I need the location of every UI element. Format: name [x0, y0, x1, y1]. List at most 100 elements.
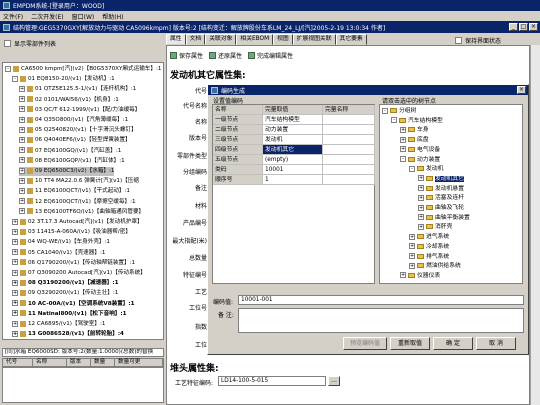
keep-open-checkbox[interactable]: 保持界面状态 — [455, 36, 501, 45]
table-row[interactable]: 四级节点 发动机其它 — [213, 145, 375, 155]
expand-icon[interactable]: + — [418, 214, 424, 221]
table-cell[interactable]: (empty) — [263, 155, 323, 165]
group-tree-node[interactable]: + 曲轴平衡装置 — [418, 214, 470, 223]
expand-icon[interactable]: + — [12, 310, 18, 317]
table-header-cell[interactable]: 名称 — [213, 105, 263, 115]
ok-button[interactable]: 确 定 — [433, 337, 473, 350]
expand-icon[interactable]: + — [409, 253, 415, 259]
expand-icon[interactable]: + — [12, 218, 18, 225]
table-row[interactable]: 一级节点 汽车结构模型 — [213, 115, 375, 125]
expand-icon[interactable]: + — [418, 185, 424, 192]
table-row[interactable]: 三级节点 发动机 — [213, 135, 375, 145]
dialog-close-icon[interactable]: × — [517, 86, 526, 94]
table-cell[interactable]: 动力装置 — [263, 125, 323, 135]
table-cell[interactable]: 发动机其它 — [263, 145, 323, 155]
expand-icon[interactable]: + — [400, 272, 406, 279]
expand-icon[interactable]: + — [19, 157, 25, 164]
tree-node[interactable]: +12 EQ6100QCT/(v1)【摩擦空缓每】:1 — [19, 198, 136, 207]
group-tree-node[interactable]: + 排气系统 — [409, 253, 449, 262]
tree-node[interactable]: +06 Q1790200/(v1)【传动轴帮链装置】:1 — [12, 259, 135, 268]
tree-node[interactable]: +03 11415-A-060A/(v1)【吸油器帮/密】 — [12, 228, 131, 237]
group-tree-node[interactable]: + 曲轴及飞轮 — [418, 204, 464, 213]
group-tree-node[interactable]: + 燃油供给系统 — [409, 262, 461, 271]
tree-node[interactable]: +04 WQ-WE/(v1)【车身外壳】:1 — [12, 238, 110, 247]
tree-node[interactable]: +04 Q35O800/(v1)【汽角薄缓每】:1 — [19, 116, 128, 125]
restore-props-button[interactable]: 还原属性 — [209, 51, 242, 60]
keep-open-box[interactable] — [455, 37, 462, 44]
expand-icon[interactable]: + — [12, 289, 18, 296]
collapse-icon[interactable]: - — [5, 65, 11, 72]
remark-input[interactable] — [238, 308, 524, 333]
cancel-button[interactable]: 取 消 — [476, 337, 516, 350]
col-qty-var[interactable]: 数量可更 — [115, 359, 163, 366]
tree-node[interactable]: +07 EQ6100GQ/(v1)【汽缸盖】:1 — [19, 147, 121, 156]
minimize-icon[interactable]: _ — [509, 23, 518, 31]
tree-node[interactable]: +08 EQ6100GQP/(v1)【汽缸体】:1 — [19, 157, 125, 166]
table-cell[interactable]: 10001 — [263, 165, 323, 175]
show-zero-checkbox[interactable]: 显示零部件列表 — [4, 39, 56, 48]
menu-file[interactable]: 文件(F) — [3, 12, 23, 21]
expand-icon[interactable]: + — [400, 146, 406, 153]
tree-node[interactable]: - CA6500 kmpm[汽](v2)【B0G5370XY厢式运输车】:1 — [5, 65, 161, 74]
tab-0[interactable]: 属性 — [166, 34, 186, 45]
tree-node[interactable]: +12 CA6895/(v1)【驾驶室】:1 — [12, 320, 105, 329]
tree-node[interactable]: - 01 EQ8150-20/(v1)【发动机】:1 — [12, 75, 115, 84]
tree-node[interactable]: +02 0101/WAI56/(v1)【机身】:1 — [19, 96, 119, 105]
table-row[interactable]: 二级节点 动力装置 — [213, 125, 375, 135]
menu-window[interactable]: 窗口(W) — [72, 12, 95, 21]
craft-code-input[interactable]: LD14-100-5-015 — [218, 376, 326, 386]
col-qty[interactable]: 数量 — [91, 359, 115, 366]
expand-icon[interactable]: + — [12, 269, 18, 276]
tree-node[interactable]: +05 CA1040/(v1)【壳速器】:1 — [12, 249, 105, 258]
tree-node[interactable]: +02 3T.17.3 Autocad[汽](v1)【发动机护罩】 — [12, 218, 143, 227]
maximize-icon[interactable]: □ — [519, 23, 528, 31]
expand-icon[interactable]: + — [400, 126, 406, 133]
checkbox-box[interactable] — [4, 40, 11, 47]
expand-icon[interactable]: + — [12, 320, 18, 327]
tab-3[interactable]: 相关EBOM — [236, 34, 274, 45]
collapse-icon[interactable]: - — [409, 165, 415, 172]
col-version[interactable]: 版本 — [67, 359, 91, 366]
expand-icon[interactable]: + — [12, 238, 18, 245]
tree-node[interactable]: +06 Q4040EF6/(v1)【轻型焊簧装置】 — [19, 136, 131, 145]
group-tree-node[interactable]: - 分组树 — [382, 107, 416, 116]
expand-icon[interactable]: + — [19, 147, 25, 154]
expand-icon[interactable]: + — [418, 194, 424, 201]
tree-node[interactable]: +13 G0086528/(v1)【前转轮胎】:4 — [12, 330, 124, 339]
expand-icon[interactable]: + — [409, 262, 415, 269]
group-tree-node[interactable]: - 汽车结构模型 — [391, 117, 443, 126]
group-tree-node[interactable]: + 活塞及连杆 — [418, 194, 464, 203]
tree-node[interactable]: +03 QC/T 612-1999/(v1)【配/力油缓每】 — [19, 106, 140, 115]
group-tree-node[interactable]: + 冷却系统 — [409, 243, 449, 252]
tree-node[interactable]: +11 EQ6100QCT/(v1)【干式起动】:1 — [19, 187, 130, 196]
expand-icon[interactable]: + — [19, 96, 25, 103]
close-icon[interactable]: × — [529, 23, 538, 31]
group-tree-node[interactable]: + 消肝壳 — [418, 223, 452, 232]
expand-icon[interactable]: + — [19, 85, 25, 92]
col-name[interactable]: 名称 — [33, 359, 67, 366]
menu-dev[interactable]: 二次开发(E) — [31, 12, 63, 21]
group-tree-node[interactable]: + 发动机悬置 — [418, 185, 464, 194]
expand-icon[interactable]: + — [12, 300, 18, 307]
save-props-button[interactable]: 保存属性 — [170, 51, 203, 60]
expand-icon[interactable]: + — [19, 167, 25, 174]
refresh-button[interactable]: 重新取值 — [390, 337, 430, 350]
expand-icon[interactable]: + — [12, 279, 18, 286]
table-row[interactable]: 顺序号 1 — [213, 175, 375, 185]
craft-code-picker-button[interactable]: … — [328, 376, 340, 386]
tree-node[interactable]: +08 Q3190200/(v1)【减速器】:1 — [12, 279, 119, 288]
table-cell[interactable]: 1 — [263, 175, 323, 185]
expand-icon[interactable]: + — [400, 136, 406, 143]
tab-1[interactable]: 文档 — [185, 34, 206, 45]
expand-icon[interactable]: + — [19, 136, 25, 143]
expand-icon[interactable]: + — [418, 223, 424, 230]
expand-icon[interactable]: + — [418, 175, 424, 182]
expand-icon[interactable]: + — [12, 228, 18, 235]
expand-icon[interactable]: + — [19, 208, 25, 215]
code-table[interactable]: 名称 完量取值 完量名称 一级节点 汽车结构模型 二级节点 动力装置 三级节点 发动机 四级节点发… — [212, 104, 375, 284]
group-tree-node[interactable]: + 车身 — [400, 126, 429, 135]
expand-icon[interactable]: + — [409, 233, 415, 240]
tree-node[interactable]: +10 TT4 MA22.0.6 弹簧计[汽](v1)【压缩 — [19, 177, 139, 186]
table-cell[interactable]: 汽车结构模型 — [263, 115, 323, 125]
expand-icon[interactable]: + — [418, 204, 424, 211]
